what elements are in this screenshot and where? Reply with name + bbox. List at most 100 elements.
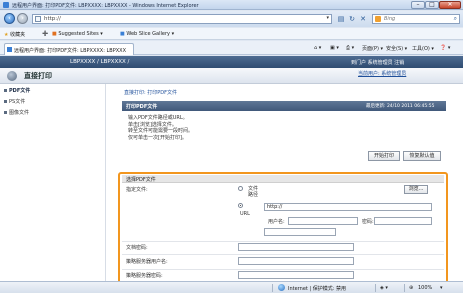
device-name: LBPXXXX / LBPXXXX / (70, 59, 130, 65)
favorites-bar: ★ 收藏夹 ➕ ■ Suggested Sites ▾ ■ Web Slice … (0, 28, 463, 40)
page-content: LBPXXXX / LBPXXXX / 到门户 系统管理员 注销 直接打印 当前… (0, 56, 463, 281)
suggested-sites-link[interactable]: ■ Suggested Sites ▾ (52, 31, 103, 37)
zoom-icon[interactable]: ⊕ (409, 285, 413, 291)
proxy-pass-field[interactable] (238, 271, 354, 279)
browser-tab[interactable]: 远程用户界面: 打印PDF文件: LBPXXXX: LBPXXX (4, 43, 134, 55)
extra-field[interactable] (264, 228, 336, 236)
security-zone[interactable]: Internet | 保护模式: 禁用 (288, 285, 346, 292)
row-divider (122, 269, 444, 270)
suggested-sites-label: Suggested Sites ▾ (58, 31, 103, 37)
favorites-button[interactable]: ★ 收藏夹 (4, 31, 25, 38)
suggested-sites-icon: ■ (52, 31, 57, 37)
bullet-icon (4, 111, 7, 114)
sidebar-item-pdf[interactable]: PDF文件 (4, 87, 30, 94)
file-path-label: 文件路径 (248, 186, 259, 198)
web-slice-label: Web Slice Gallery ▾ (126, 31, 175, 37)
panel-title: 打印PDF文件 (126, 104, 158, 110)
ie-app-icon (3, 2, 9, 8)
username-label: 用户名: (268, 219, 285, 225)
page-header: 直接打印 当前用户: 系统管理员 (0, 68, 463, 84)
address-bar[interactable]: http:// ▾ (32, 14, 332, 24)
breadcrumb[interactable]: 直接打印: 打印PDF文件 (124, 89, 177, 96)
url-field[interactable]: http:// (264, 203, 432, 211)
protected-mode-icon[interactable]: ◈ ▾ (380, 285, 388, 291)
safety-menu[interactable]: 安全(S) ▾ (386, 45, 407, 52)
direct-print-icon (7, 71, 17, 81)
instruction-line: 仅可单击一次[开始打印]。 (128, 134, 187, 141)
close-window-button[interactable]: ✕ (439, 1, 461, 9)
reset-defaults-button[interactable]: 恢复默认值 (403, 151, 441, 161)
sidebar-item-label: PS文件 (9, 99, 26, 105)
forward-button[interactable]: › (17, 13, 28, 24)
last-update: 最后更新: 24/10 2011 06:45:55 (366, 104, 435, 109)
bullet-icon (4, 100, 7, 103)
bullet-icon (4, 89, 7, 92)
search-box[interactable]: Bing ⌕ (372, 14, 460, 24)
search-placeholder: Bing (384, 16, 396, 22)
doc-password-field[interactable] (238, 243, 354, 251)
status-divider (375, 284, 376, 292)
row-divider (122, 254, 444, 255)
compat-view-icon[interactable]: ▤ (336, 14, 346, 24)
proxy-user-label: 策略服务器用户名: (126, 259, 168, 265)
sidebar-item-image[interactable]: 图像文件 (4, 109, 29, 116)
tab-command-bar: 远程用户界面: 打印PDF文件: LBPXXXX: LBPXXX ⌂ ▾ ▣ ▾… (0, 41, 463, 55)
proxy-user-field[interactable] (238, 257, 354, 265)
file-path-radio[interactable] (238, 186, 243, 191)
minimize-button[interactable]: – (411, 1, 425, 9)
status-divider (404, 284, 405, 292)
portal-links[interactable]: 到门户 系统管理员 注销 (351, 59, 404, 66)
web-slice-icon: ■ (120, 31, 125, 37)
password-field[interactable] (374, 217, 432, 225)
search-icon[interactable]: ⌕ (454, 15, 457, 23)
add-favorite-icon[interactable]: ➕ (42, 31, 48, 37)
username-field[interactable] (288, 217, 358, 225)
feeds-icon[interactable]: ▣ ▾ (330, 45, 339, 51)
password-label: 密码: (362, 219, 374, 225)
zoom-dropdown-icon[interactable]: ▾ (440, 285, 443, 291)
refresh-icon[interactable]: ↻ (347, 14, 357, 24)
instruction-line: 转至文件可能需要一段时间。 (128, 128, 194, 134)
stop-icon[interactable]: ✕ (358, 14, 368, 24)
tab-title: 远程用户界面: 打印PDF文件: LBPXXXX: LBPXXX (14, 48, 127, 54)
tools-menu[interactable]: 工具(O) ▾ (412, 45, 434, 52)
navigation-bar: ‹ › http:// ▾ ▤ ↻ ✕ Bing ⌕ (0, 11, 463, 27)
status-divider (272, 284, 273, 292)
current-user-link[interactable]: 当前用户: 系统管理员 (358, 70, 406, 77)
proxy-pass-label: 策略服务器密码: (126, 273, 163, 279)
section-header: 选择PDF文件 (122, 175, 444, 183)
window-title-bar: 远程用户界面: 打印PDF文件: LBPXXXX: LBPXXXX - Wind… (0, 0, 463, 10)
url-radio[interactable] (238, 203, 243, 208)
zoom-level[interactable]: 100% (418, 285, 432, 291)
row-divider (122, 241, 444, 242)
maximize-button[interactable]: □ (425, 1, 439, 9)
status-bar: Internet | 保护模式: 禁用 ◈ ▾ ⊕ 100% ▾ (0, 281, 463, 293)
page-menu[interactable]: 页面(P) ▾ (362, 45, 383, 52)
sidebar-item-label: PDF文件 (9, 88, 31, 94)
instruction-line: 输入PDF文件路径或URL。 (128, 115, 188, 121)
browse-button[interactable]: 浏览... (404, 185, 428, 194)
sidebar: PDF文件 PS文件 图像文件 (0, 84, 106, 281)
window-title: 远程用户界面: 打印PDF文件: LBPXXXX: LBPXXXX - Wind… (12, 3, 199, 9)
back-button[interactable]: ‹ (4, 13, 15, 24)
instructions: 输入PDF文件路径或URL。 单击[浏览]选择文件。 转至文件可能需要一段时间。… (128, 115, 193, 141)
page-title: 直接打印 (24, 72, 52, 80)
home-icon[interactable]: ⌂ ▾ (314, 45, 321, 51)
section-title: 选择PDF文件 (126, 177, 156, 183)
print-icon[interactable]: ⎙ ▾ (346, 45, 354, 51)
device-bar: LBPXXXX / LBPXXXX / 到门户 系统管理员 注销 (0, 56, 463, 68)
internet-zone-icon (278, 284, 285, 291)
panel-header: 打印PDF文件 最后更新: 24/10 2011 06:45:55 (122, 101, 446, 111)
sidebar-item-ps[interactable]: PS文件 (4, 98, 25, 105)
web-slice-gallery-link[interactable]: ■ Web Slice Gallery ▾ (120, 31, 174, 37)
url-label: URL (240, 211, 250, 217)
page-icon (35, 16, 41, 22)
file-label: 指定文件: (126, 187, 148, 193)
doc-password-label: 文档密码: (126, 245, 148, 251)
address-dropdown-icon[interactable]: ▾ (326, 15, 329, 21)
star-icon: ★ (4, 32, 9, 38)
help-menu[interactable]: ❓ ▾ (440, 45, 450, 51)
favorites-label: 收藏夹 (10, 32, 26, 38)
start-print-button[interactable]: 开始打印 (368, 151, 400, 161)
address-url[interactable]: http:// (44, 16, 61, 22)
